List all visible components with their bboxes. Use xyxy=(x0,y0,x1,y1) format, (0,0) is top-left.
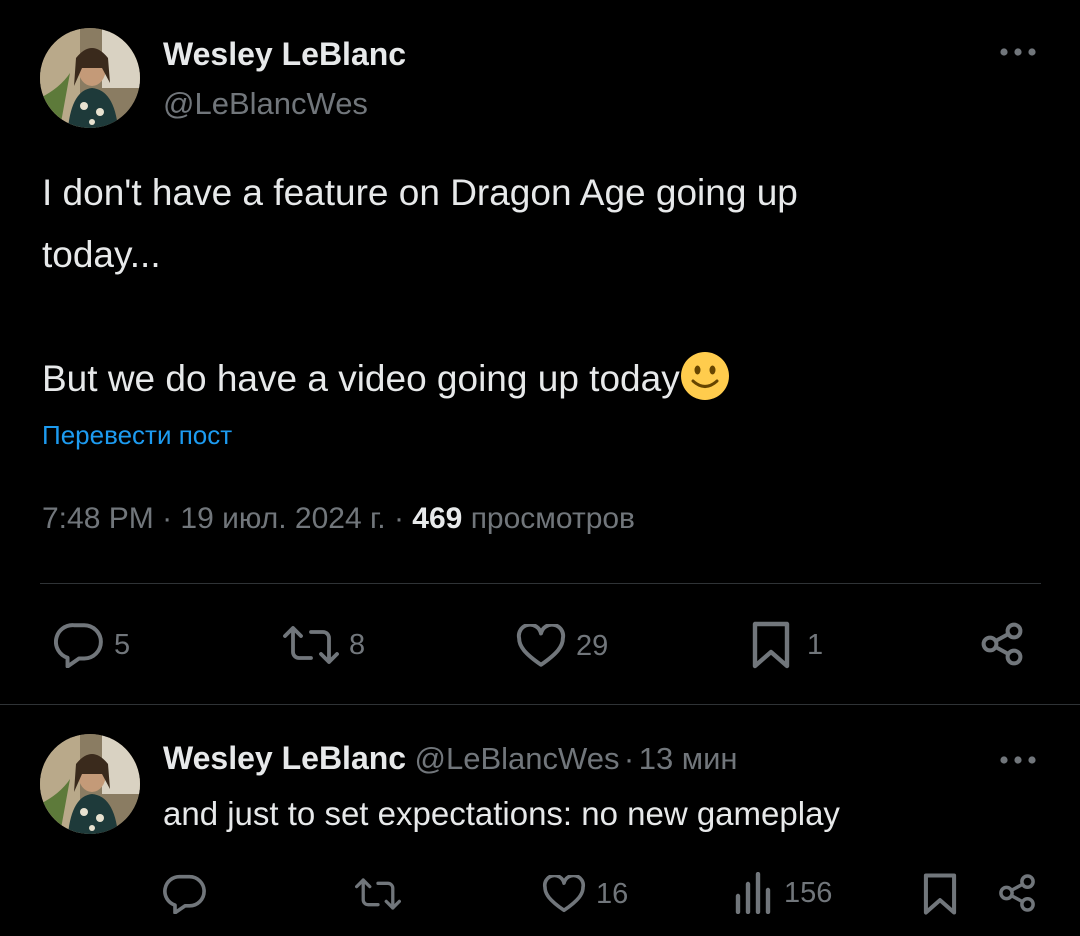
reply-icon xyxy=(54,623,103,668)
reply-author-name[interactable]: Wesley LeBlanc xyxy=(163,740,406,776)
translate-post-link[interactable]: Перевести пост xyxy=(42,420,232,451)
bookmark-count: 1 xyxy=(807,628,824,661)
post-text-line: But we do have a video going up today xyxy=(42,348,1042,410)
repost-count: 8 xyxy=(349,628,366,661)
post-time[interactable]: 7:48 PM xyxy=(42,502,154,535)
meta-separator: · xyxy=(162,502,173,535)
repost-button[interactable]: 8 xyxy=(283,624,365,666)
meta-separator: · xyxy=(393,502,404,535)
views-label: просмотров xyxy=(470,502,635,535)
avatar-image xyxy=(40,28,140,128)
reply-author-avatar[interactable] xyxy=(40,734,140,834)
share-button[interactable] xyxy=(978,620,1026,668)
reply-count: 5 xyxy=(114,628,131,661)
reply-button[interactable]: 5 xyxy=(54,622,130,668)
post-meta: 7:48 PM · 19 июл. 2024 г. · 469 просмотр… xyxy=(42,502,635,536)
share-icon xyxy=(999,874,1035,912)
reply-like-button[interactable]: 16 xyxy=(542,875,628,913)
post-text: I don't have a feature on Dragon Age goi… xyxy=(42,162,1042,410)
bookmark-icon xyxy=(752,621,790,669)
reply-time[interactable]: 13 мин xyxy=(639,741,738,776)
reply-icon xyxy=(163,874,206,914)
more-horizontal-icon[interactable] xyxy=(998,750,1038,775)
avatar-image xyxy=(40,734,140,834)
divider xyxy=(40,583,1041,584)
reply-share-button[interactable] xyxy=(996,872,1038,914)
reply-views-count: 156 xyxy=(784,876,833,909)
views-count: 469 xyxy=(412,502,463,535)
divider xyxy=(0,704,1080,705)
reply-reply-button[interactable] xyxy=(163,874,207,914)
author-handle[interactable]: @LeBlancWes xyxy=(163,86,368,122)
post-text-line: I don't have a feature on Dragon Age goi… xyxy=(42,172,798,213)
meta-separator: · xyxy=(623,741,635,776)
reply-bookmark-button[interactable] xyxy=(922,872,958,916)
bookmark-button[interactable]: 1 xyxy=(751,620,823,670)
reply-views-button[interactable]: 156 xyxy=(734,872,832,914)
post-text-line: today... xyxy=(42,234,161,275)
analytics-icon xyxy=(735,872,771,914)
reply-author-handle[interactable]: @LeBlancWes xyxy=(415,741,620,776)
reply-like-count: 16 xyxy=(596,877,629,910)
slightly-smiling-face-emoji xyxy=(680,352,729,400)
reply-header: Wesley LeBlanc @LeBlancWes · 13 мин xyxy=(163,740,738,777)
author-name[interactable]: Wesley LeBlanc xyxy=(163,36,406,73)
heart-icon xyxy=(542,875,586,913)
bookmark-icon xyxy=(923,873,957,915)
like-button[interactable]: 29 xyxy=(516,624,608,668)
author-avatar[interactable] xyxy=(40,28,140,128)
share-icon xyxy=(981,622,1023,666)
reply-text: and just to set expectations: no new gam… xyxy=(163,795,840,832)
repost-icon xyxy=(283,626,339,664)
repost-icon xyxy=(355,878,401,910)
more-horizontal-icon[interactable] xyxy=(998,42,1038,67)
reply-repost-button[interactable] xyxy=(355,876,401,912)
heart-icon xyxy=(516,624,566,667)
post-date[interactable]: 19 июл. 2024 г. xyxy=(180,502,385,535)
like-count: 29 xyxy=(576,629,609,662)
